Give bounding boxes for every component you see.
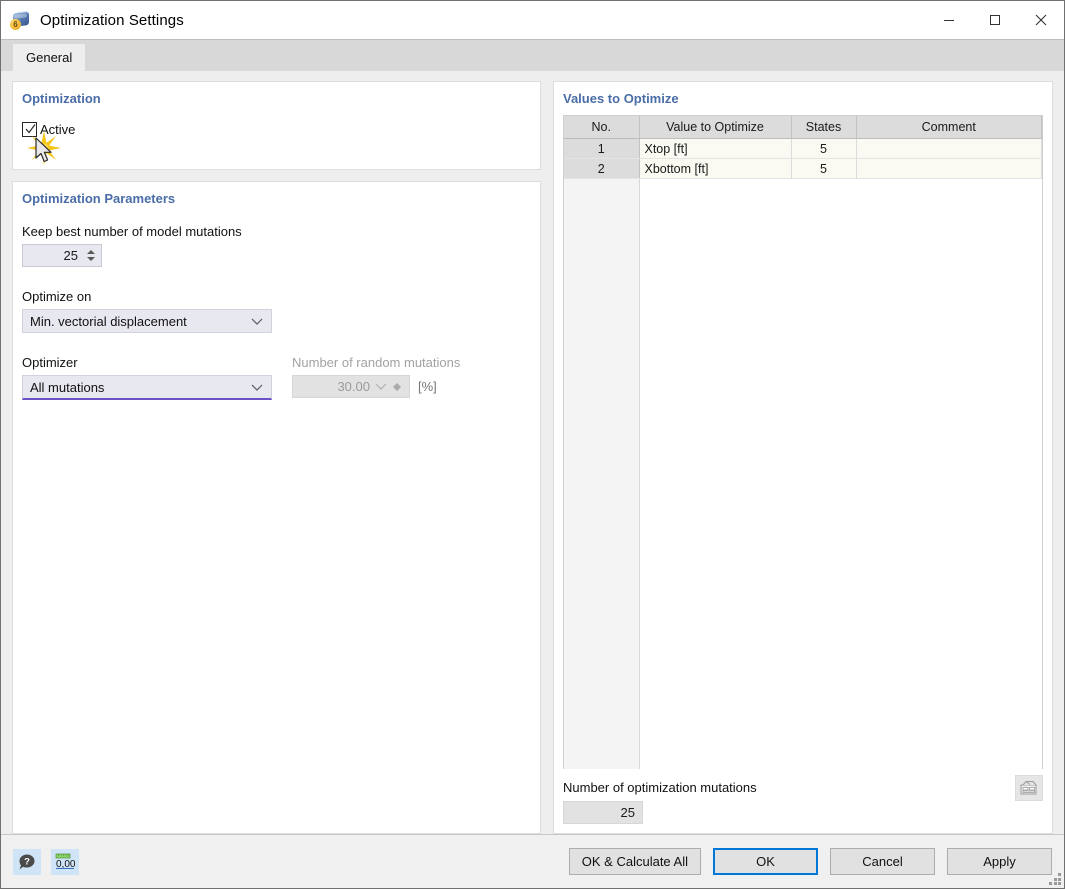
keep-best-stepper[interactable]: 25 [22, 244, 102, 267]
decimal-places-icon: 0,00 [54, 852, 76, 872]
cell-value[interactable]: Xbottom [ft] [639, 159, 791, 179]
chevron-down-icon[interactable] [251, 318, 263, 325]
decimal-places-button[interactable]: 0,00 [51, 849, 79, 875]
ok-button[interactable]: OK [713, 848, 818, 875]
table-row[interactable]: 2 Xbottom [ft] 5 [564, 159, 1042, 179]
cell-states[interactable]: 5 [791, 139, 856, 159]
mutations-count-value-field: 25 [563, 801, 643, 824]
optimization-parameters-panel: Optimization Parameters Keep best number… [12, 181, 541, 834]
optimizer-select[interactable]: All mutations [22, 375, 272, 400]
optimization-panel: Optimization Active [12, 81, 541, 170]
footer-icon-group: ? 0,00 [13, 849, 79, 875]
ok-calculate-all-button[interactable]: OK & Calculate All [569, 848, 701, 875]
values-to-optimize-panel: Values to Optimize [553, 81, 1053, 834]
tab-strip: General [1, 39, 1064, 71]
window-title: Optimization Settings [40, 12, 184, 29]
grid-empty-area[interactable] [564, 179, 1042, 769]
stepper-down-icon[interactable] [87, 257, 95, 261]
column-header-no[interactable]: No. [564, 116, 639, 139]
random-mutations-value: 30.00 [293, 379, 375, 394]
mutations-count-area: Number of optimization mutations 25 [563, 769, 1043, 824]
apply-button[interactable]: Apply [947, 848, 1052, 875]
left-column: Optimization Active [12, 81, 541, 834]
optimizer-group: Optimizer All mutations [22, 355, 292, 400]
column-header-states[interactable]: States [791, 116, 856, 139]
table-grid-button [1015, 775, 1043, 801]
cell-no: 1 [564, 139, 639, 159]
right-column: Values to Optimize [553, 81, 1053, 834]
resize-grip[interactable] [1049, 873, 1061, 885]
window-controls [926, 1, 1064, 39]
keep-best-stepper-arrows[interactable] [84, 245, 101, 266]
help-bubble-icon: ? [17, 852, 37, 872]
cell-states[interactable]: 5 [791, 159, 856, 179]
cell-comment[interactable] [856, 139, 1042, 159]
title-bar: 6 Optimization Settings [1, 1, 1064, 39]
active-checkbox-row[interactable]: Active [22, 122, 112, 137]
maximize-icon [989, 14, 1001, 26]
column-header-comment[interactable]: Comment [856, 116, 1042, 139]
values-grid[interactable]: No. Value to Optimize States Comment 1 X… [563, 115, 1043, 769]
optimize-on-value: Min. vectorial displacement [30, 314, 251, 329]
cell-no: 2 [564, 159, 639, 179]
tab-general[interactable]: General [13, 44, 85, 71]
checkmark-icon [25, 124, 36, 135]
parameters-fields: Keep best number of model mutations 25 O… [13, 206, 540, 400]
maximize-button[interactable] [972, 1, 1018, 39]
svg-text:?: ? [24, 856, 30, 867]
minimize-icon [943, 14, 955, 26]
mutations-count-label: Number of optimization mutations [563, 780, 1043, 795]
random-mutations-row: 30.00 [%] [292, 375, 531, 398]
optimizer-row: Optimizer All mutations Number of random… [22, 355, 531, 400]
cell-comment[interactable] [856, 159, 1042, 179]
random-mutations-field: 30.00 [292, 375, 410, 398]
stepper-down-icon [393, 387, 401, 391]
app-cube-icon: 6 [10, 9, 32, 31]
table-row[interactable]: 1 Xtop [ft] 5 [564, 139, 1042, 159]
minimize-button[interactable] [926, 1, 972, 39]
dialog-window: 6 Optimization Settings Gen [0, 0, 1065, 889]
random-mutations-group: Number of random mutations 30.00 [292, 355, 531, 400]
footer-buttons: OK & Calculate All OK Cancel Apply [569, 848, 1052, 875]
values-content: No. Value to Optimize States Comment 1 X… [554, 106, 1052, 833]
optimizer-value: All mutations [30, 380, 251, 395]
cancel-button[interactable]: Cancel [830, 848, 935, 875]
dialog-content: Optimization Active [1, 71, 1064, 834]
optimize-on-select[interactable]: Min. vectorial displacement [22, 309, 272, 333]
cell-value[interactable]: Xtop [ft] [639, 139, 791, 159]
values-table: No. Value to Optimize States Comment 1 X… [564, 116, 1042, 179]
parameters-panel-title: Optimization Parameters [13, 182, 540, 206]
optimize-on-label: Optimize on [22, 289, 531, 304]
stepper-up-icon[interactable] [87, 250, 95, 254]
active-checkbox[interactable] [22, 122, 37, 137]
grid-empty-rest [640, 179, 1042, 769]
close-icon [1034, 13, 1048, 27]
help-button[interactable]: ? [13, 849, 41, 875]
table-header-row: No. Value to Optimize States Comment [564, 116, 1042, 139]
chevron-down-icon[interactable] [251, 384, 263, 391]
chevron-down-icon [375, 383, 387, 390]
mouse-cursor-icon [34, 137, 54, 165]
values-panel-title: Values to Optimize [554, 82, 1052, 106]
random-mutations-stepper-arrows [393, 383, 409, 391]
keep-best-value: 25 [23, 248, 84, 263]
active-label: Active [40, 122, 75, 137]
dialog-footer: ? 0,00 OK & Calculate All OK Cancel [1, 834, 1064, 888]
grid-empty-no-column [564, 179, 640, 769]
optimization-panel-title: Optimization [13, 82, 540, 106]
table-grid-icon [1020, 780, 1038, 796]
column-header-value[interactable]: Value to Optimize [639, 116, 791, 139]
optimizer-label: Optimizer [22, 355, 292, 370]
close-button[interactable] [1018, 1, 1064, 39]
random-mutations-label: Number of random mutations [292, 355, 531, 370]
random-mutations-unit: [%] [418, 375, 437, 398]
keep-best-label: Keep best number of model mutations [22, 224, 531, 239]
